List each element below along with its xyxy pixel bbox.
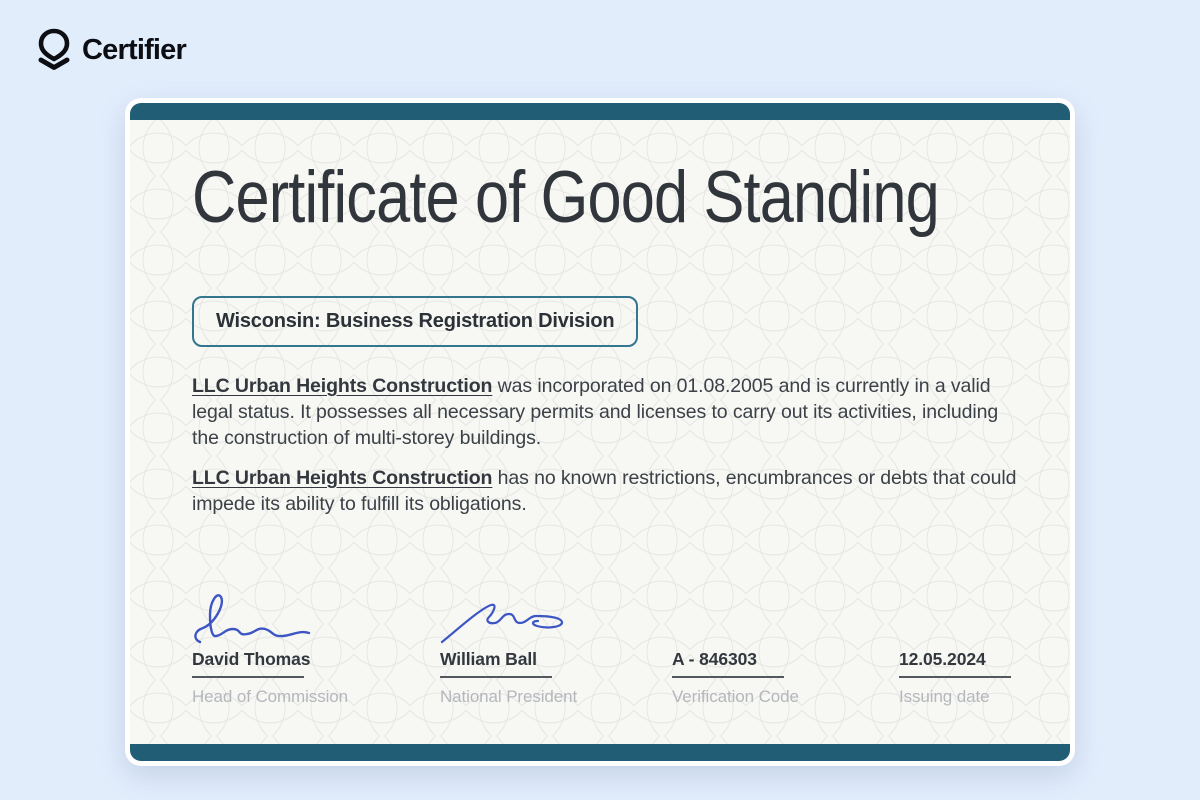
certificate-paragraph-1: LLC Urban Heights Construction was incor… [192,374,1030,452]
signatory-role: National President [440,687,577,707]
company-name: LLC Urban Heights Construction [192,375,492,397]
issuing-date-label: Issuing date [899,687,1011,707]
certifier-logo-icon [34,28,74,72]
verification-code-value: A - 846303 [672,649,799,670]
signature-line [192,676,304,678]
signature-william-ball-icon [440,588,577,646]
signature-line [672,676,784,678]
issuing-date-block: 12.05.2024 Issuing date [899,588,1011,707]
authority-badge: Wisconsin: Business Registration Divisio… [192,296,638,347]
certificate-card: Certificate of Good Standing Wisconsin: … [125,98,1075,766]
company-name: LLC Urban Heights Construction [192,467,492,489]
certificate-inner: Certificate of Good Standing Wisconsin: … [130,103,1070,761]
brand-logo: Certifier [34,28,186,72]
signatory-column-national-president: William Ball National President [440,588,577,707]
signature-line [440,676,552,678]
issuing-date-value: 12.05.2024 [899,649,1011,670]
signatory-column-head-of-commission: David Thomas Head of Commission [192,588,348,707]
certificate-top-bar [130,103,1070,120]
certificate-title: Certificate of Good Standing [192,160,939,237]
signatory-name: William Ball [440,649,577,670]
certificate-body: Certificate of Good Standing Wisconsin: … [130,120,1070,744]
verification-code-block: A - 846303 Verification Code [672,588,799,707]
signature-line [899,676,1011,678]
signatory-name: David Thomas [192,649,348,670]
page-background: { "brand": { "name": "Certifier" }, "cer… [0,0,1200,800]
certificate-paragraph-2: LLC Urban Heights Construction has no kn… [192,466,1030,518]
empty-signature-space [899,588,1011,646]
signatory-role: Head of Commission [192,687,348,707]
brand-name: Certifier [82,34,186,67]
signature-david-thomas-icon [192,588,348,646]
verification-code-label: Verification Code [672,687,799,707]
empty-signature-space [672,588,799,646]
certificate-bottom-bar [130,744,1070,761]
